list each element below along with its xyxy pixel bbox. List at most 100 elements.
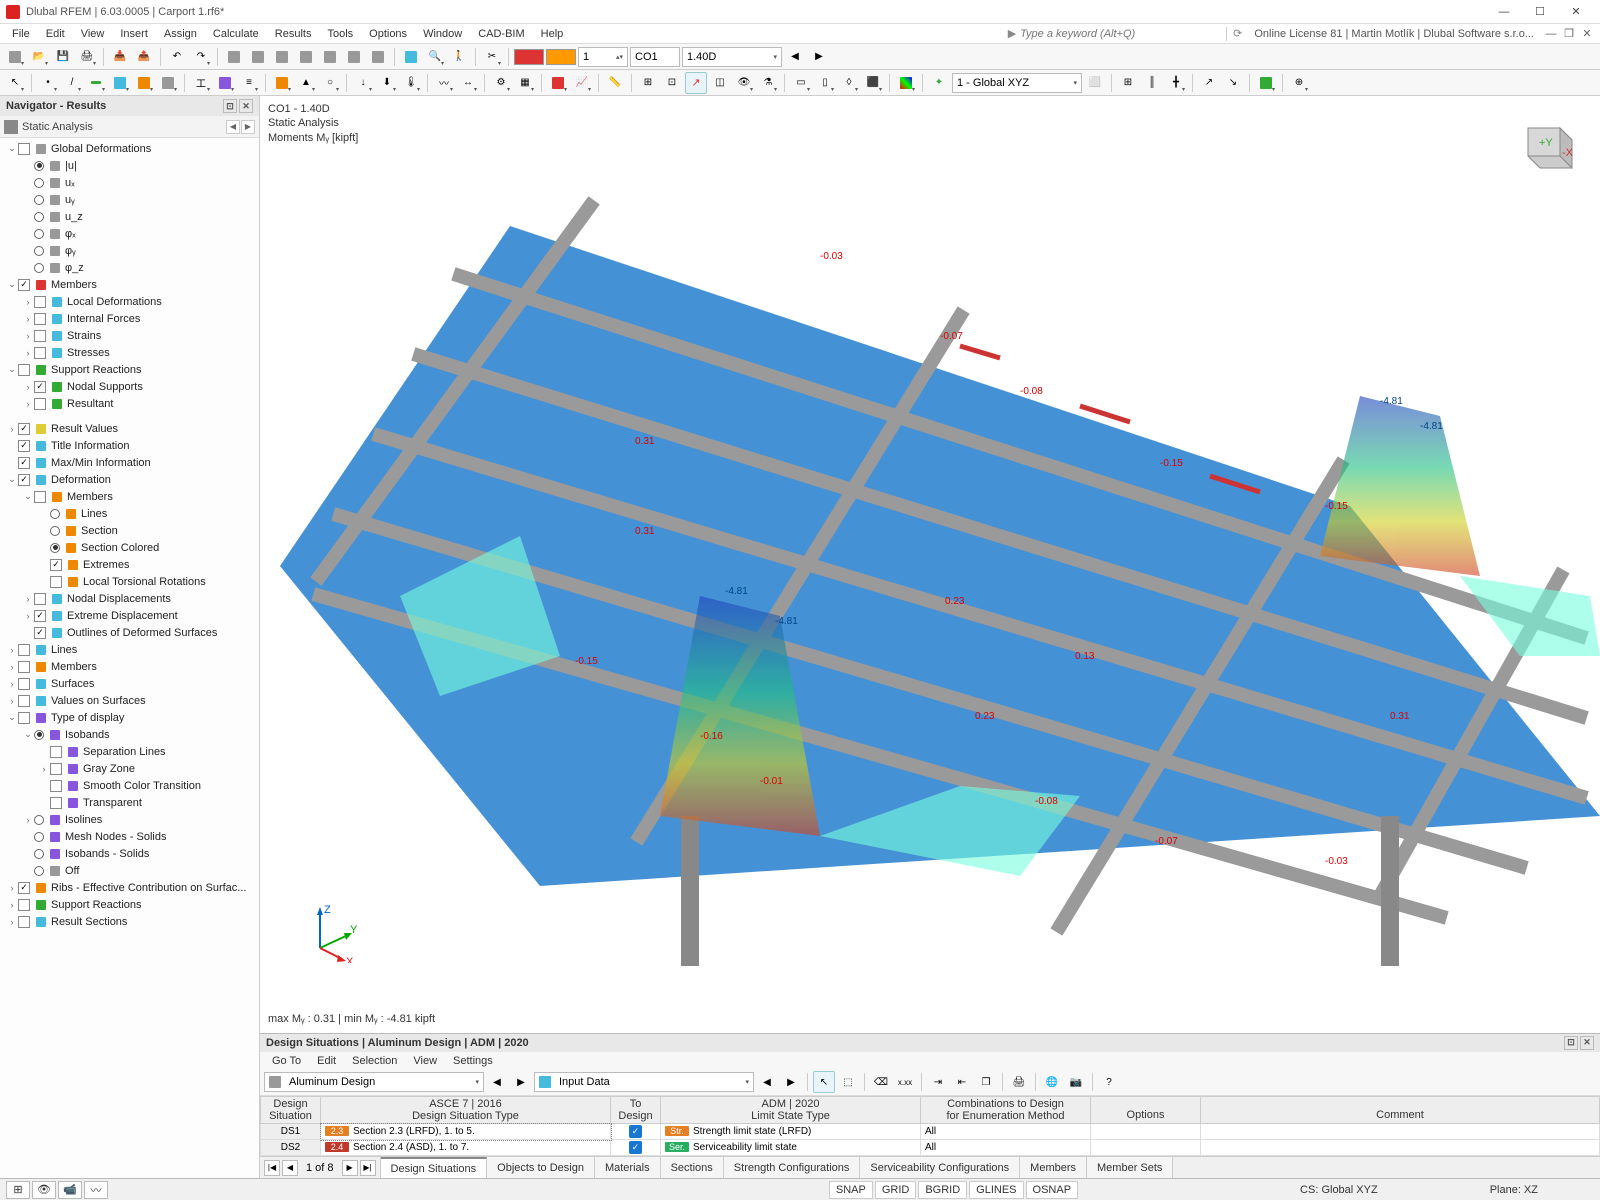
tree-item[interactable]: φ_z xyxy=(0,259,259,276)
export-button[interactable]: 📤 xyxy=(133,46,155,68)
tree-item[interactable]: ⌄✓Members xyxy=(0,276,259,293)
datatype-combo[interactable]: Input Data▾ xyxy=(534,1072,754,1092)
bottom-menu-go-to[interactable]: Go To xyxy=(264,1054,309,1068)
tree-item[interactable]: ›✓Ribs - Effective Contribution on Surfa… xyxy=(0,879,259,896)
nav-prev[interactable]: ◀ xyxy=(226,120,240,134)
hinge-button[interactable] xyxy=(271,72,293,94)
status-toggle-bgrid[interactable]: BGRID xyxy=(918,1181,967,1199)
menu-options[interactable]: Options xyxy=(361,26,415,42)
display-mode-4[interactable] xyxy=(295,46,317,68)
globe-button[interactable]: 🌐 xyxy=(1041,1071,1063,1093)
nav-last-2[interactable]: ▶ xyxy=(780,1071,802,1093)
bottom-menu-selection[interactable]: Selection xyxy=(344,1054,405,1068)
tree-item[interactable]: ⌄Members xyxy=(0,488,259,505)
display-mode-6[interactable] xyxy=(343,46,365,68)
tree-item[interactable]: ›✓Result Values xyxy=(0,420,259,437)
tree-item[interactable]: ›Lines xyxy=(0,641,259,658)
tree-item[interactable]: ›Local Deformations xyxy=(0,293,259,310)
load-button[interactable]: ↓ xyxy=(352,72,374,94)
edit-row-button[interactable]: x.xx xyxy=(894,1071,916,1093)
import-xls-button[interactable]: ⇤ xyxy=(951,1071,973,1093)
tree-item[interactable]: Separation Lines xyxy=(0,743,259,760)
addons-button[interactable]: ⊕ xyxy=(1288,72,1310,94)
loadcase-id-combo[interactable]: CO1 xyxy=(630,47,680,67)
tab-design-situations[interactable]: Design Situations xyxy=(381,1157,488,1178)
print-table-button[interactable]: 🖨 xyxy=(1008,1071,1030,1093)
view-cube[interactable]: +Y -X xyxy=(1512,116,1576,180)
support-button[interactable]: ▲ xyxy=(295,72,317,94)
calculate-button[interactable]: ⚙ xyxy=(490,72,512,94)
clip-plane-button[interactable]: ◫ xyxy=(709,72,731,94)
more-tools-2[interactable]: ↘ xyxy=(1222,72,1244,94)
solid-button[interactable] xyxy=(133,72,155,94)
tree-item[interactable]: u_z xyxy=(0,208,259,225)
node-button[interactable]: • xyxy=(37,72,59,94)
tab-strength-configurations[interactable]: Strength Configurations xyxy=(724,1157,861,1178)
color-swatch-2[interactable] xyxy=(546,49,576,65)
display-mode-1[interactable] xyxy=(223,46,245,68)
dimension-button[interactable]: ↔ xyxy=(457,72,479,94)
tree-item[interactable]: φᵧ xyxy=(0,242,259,259)
filter-button[interactable]: ⚗ xyxy=(757,72,779,94)
tree-item[interactable]: Smooth Color Transition xyxy=(0,777,259,794)
tree-item[interactable]: ⌄Isobands xyxy=(0,726,259,743)
status-icon-2[interactable]: 👁 xyxy=(32,1181,56,1199)
spin-value[interactable]: 1▴▾ xyxy=(578,47,628,67)
tree-item[interactable]: ›Values on Surfaces xyxy=(0,692,259,709)
section-button[interactable]: 工 xyxy=(190,72,212,94)
mesh-button[interactable]: ▦ xyxy=(514,72,536,94)
nav-first[interactable]: ◀ xyxy=(486,1071,508,1093)
axes-button[interactable]: ╋ xyxy=(1165,72,1187,94)
help-table-button[interactable]: ? xyxy=(1098,1071,1120,1093)
tree-item[interactable]: ⌄Type of display xyxy=(0,709,259,726)
grid-toggle[interactable]: ⊞ xyxy=(637,72,659,94)
guides-button[interactable]: ║ xyxy=(1141,72,1163,94)
coord-system-combo[interactable]: 1 - Global XYZ▾ xyxy=(952,73,1082,93)
select-rect-button[interactable]: ⬚ xyxy=(837,1071,859,1093)
visibility-button[interactable]: 👁 xyxy=(733,72,755,94)
view-yz-button[interactable]: ◊ xyxy=(838,72,860,94)
temp-load-button[interactable]: 🌡 xyxy=(400,72,422,94)
tab-materials[interactable]: Materials xyxy=(595,1157,661,1178)
menu-file[interactable]: File xyxy=(4,26,38,42)
inner-minimize-button[interactable]: — xyxy=(1542,26,1560,42)
redo-button[interactable]: ↷ xyxy=(190,46,212,68)
maximize-button[interactable]: ☐ xyxy=(1522,2,1558,22)
camera-button[interactable]: 📷 xyxy=(1065,1071,1087,1093)
color-swatch-1[interactable] xyxy=(514,49,544,65)
nav-next[interactable]: ▶ xyxy=(241,120,255,134)
thickness-button[interactable]: ≡ xyxy=(238,72,260,94)
page-prev[interactable]: ◀ xyxy=(282,1160,298,1176)
display-mode-5[interactable] xyxy=(319,46,341,68)
results-view-toggle[interactable]: ↗ xyxy=(685,72,707,94)
display-mode-3[interactable] xyxy=(271,46,293,68)
more-tools-1[interactable]: ↗ xyxy=(1198,72,1220,94)
measure-button[interactable]: 📏 xyxy=(604,72,626,94)
navigator-close-button[interactable]: ✕ xyxy=(239,99,253,113)
tree-item[interactable]: ›Internal Forces xyxy=(0,310,259,327)
plane-xy[interactable]: ⬜ xyxy=(1084,72,1106,94)
tree-item[interactable]: ›✓Extreme Displacement xyxy=(0,607,259,624)
new-file-button[interactable] xyxy=(4,46,26,68)
tree-item[interactable]: φₓ xyxy=(0,225,259,242)
area-load-button[interactable]: ⬇ xyxy=(376,72,398,94)
display-mode-2[interactable] xyxy=(247,46,269,68)
view-xz-button[interactable]: ▯ xyxy=(814,72,836,94)
tab-sections[interactable]: Sections xyxy=(661,1157,724,1178)
status-icon-1[interactable]: ⊞ xyxy=(6,1181,30,1199)
design-situations-table[interactable]: DesignSituation ASCE 7 | 2016Design Situ… xyxy=(260,1096,1600,1156)
material-button[interactable] xyxy=(214,72,236,94)
member-button[interactable] xyxy=(85,72,107,94)
deform-scale-button[interactable]: 📈 xyxy=(571,72,593,94)
tree-item[interactable]: |u| xyxy=(0,157,259,174)
tree-item[interactable]: uₓ xyxy=(0,174,259,191)
analysis-type-combo[interactable]: Static Analysis xyxy=(22,121,225,133)
loadcase-name-combo[interactable]: 1.40D▾ xyxy=(682,47,782,67)
tree-item[interactable]: ✓Outlines of Deformed Surfaces xyxy=(0,624,259,641)
tree-item[interactable]: ›Resultant xyxy=(0,395,259,412)
tree-item[interactable]: Off xyxy=(0,862,259,879)
navigator-tree[interactable]: ⌄Global Deformations|u|uₓuᵧu_zφₓφᵧφ_z⌄✓M… xyxy=(0,138,259,1178)
inner-close-button[interactable]: ✕ xyxy=(1578,26,1596,42)
page-last[interactable]: ▶| xyxy=(360,1160,376,1176)
page-next[interactable]: ▶ xyxy=(342,1160,358,1176)
